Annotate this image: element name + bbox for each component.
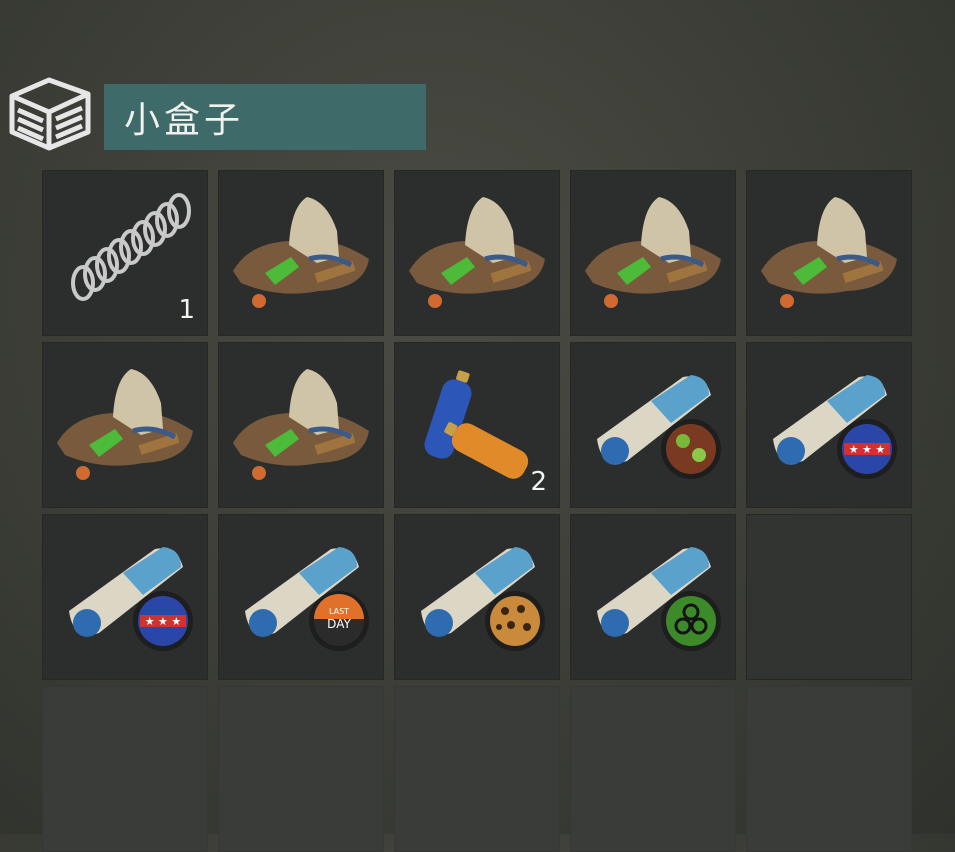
inventory-slot-16[interactable] bbox=[42, 686, 208, 852]
inventory-slot-5[interactable] bbox=[746, 170, 912, 336]
scrap-pile-icon bbox=[761, 197, 897, 308]
svg-text:★ ★ ★: ★ ★ ★ bbox=[849, 443, 886, 456]
inventory-slot-9[interactable] bbox=[570, 342, 736, 508]
scrap-pile-icon bbox=[233, 197, 369, 308]
inventory-slot-4[interactable] bbox=[570, 170, 736, 336]
inventory-slot-17[interactable] bbox=[218, 686, 384, 852]
scrap-pile-icon bbox=[409, 197, 545, 308]
svg-text:★ ★ ★: ★ ★ ★ bbox=[145, 615, 182, 628]
inventory-slot-1[interactable]: 1 bbox=[42, 170, 208, 336]
scrap-pile-icon bbox=[57, 369, 193, 480]
inventory-slot-6[interactable] bbox=[42, 342, 208, 508]
magazine-biohazard-icon bbox=[597, 547, 721, 651]
magazine-leopard-icon bbox=[421, 547, 545, 651]
item-count: 1 bbox=[178, 295, 195, 325]
inventory-slot-10[interactable]: ★ ★ ★ bbox=[746, 342, 912, 508]
magazine-stars-icon: ★ ★ ★ bbox=[69, 547, 193, 651]
svg-text:DAY: DAY bbox=[327, 617, 351, 631]
inventory-slot-19[interactable] bbox=[570, 686, 736, 852]
box-icon bbox=[9, 77, 91, 151]
inventory-slot-18[interactable] bbox=[394, 686, 560, 852]
container-title: 小盒子 bbox=[104, 84, 426, 150]
container-header: 小盒子 bbox=[0, 62, 440, 158]
inventory-slot-11[interactable]: ★ ★ ★ bbox=[42, 514, 208, 680]
magazine-flowers-icon bbox=[597, 375, 721, 479]
magazine-lastday-icon: LAST DAY bbox=[245, 547, 369, 651]
inventory-slot-13[interactable] bbox=[394, 514, 560, 680]
svg-text:LAST: LAST bbox=[329, 607, 349, 616]
inventory-slot-20[interactable] bbox=[746, 686, 912, 852]
scrap-pile-icon bbox=[233, 369, 369, 480]
inventory-slot-2[interactable] bbox=[218, 170, 384, 336]
inventory-slot-8[interactable]: 2 bbox=[394, 342, 560, 508]
item-count: 2 bbox=[530, 467, 547, 497]
inventory-slot-14[interactable] bbox=[570, 514, 736, 680]
magazine-stars-icon: ★ ★ ★ bbox=[773, 375, 897, 479]
inventory-slot-12[interactable]: LAST DAY bbox=[218, 514, 384, 680]
inventory-slot-15[interactable] bbox=[746, 514, 912, 680]
scrap-pile-icon bbox=[585, 197, 721, 308]
inventory-slot-7[interactable] bbox=[218, 342, 384, 508]
inventory-slot-3[interactable] bbox=[394, 170, 560, 336]
